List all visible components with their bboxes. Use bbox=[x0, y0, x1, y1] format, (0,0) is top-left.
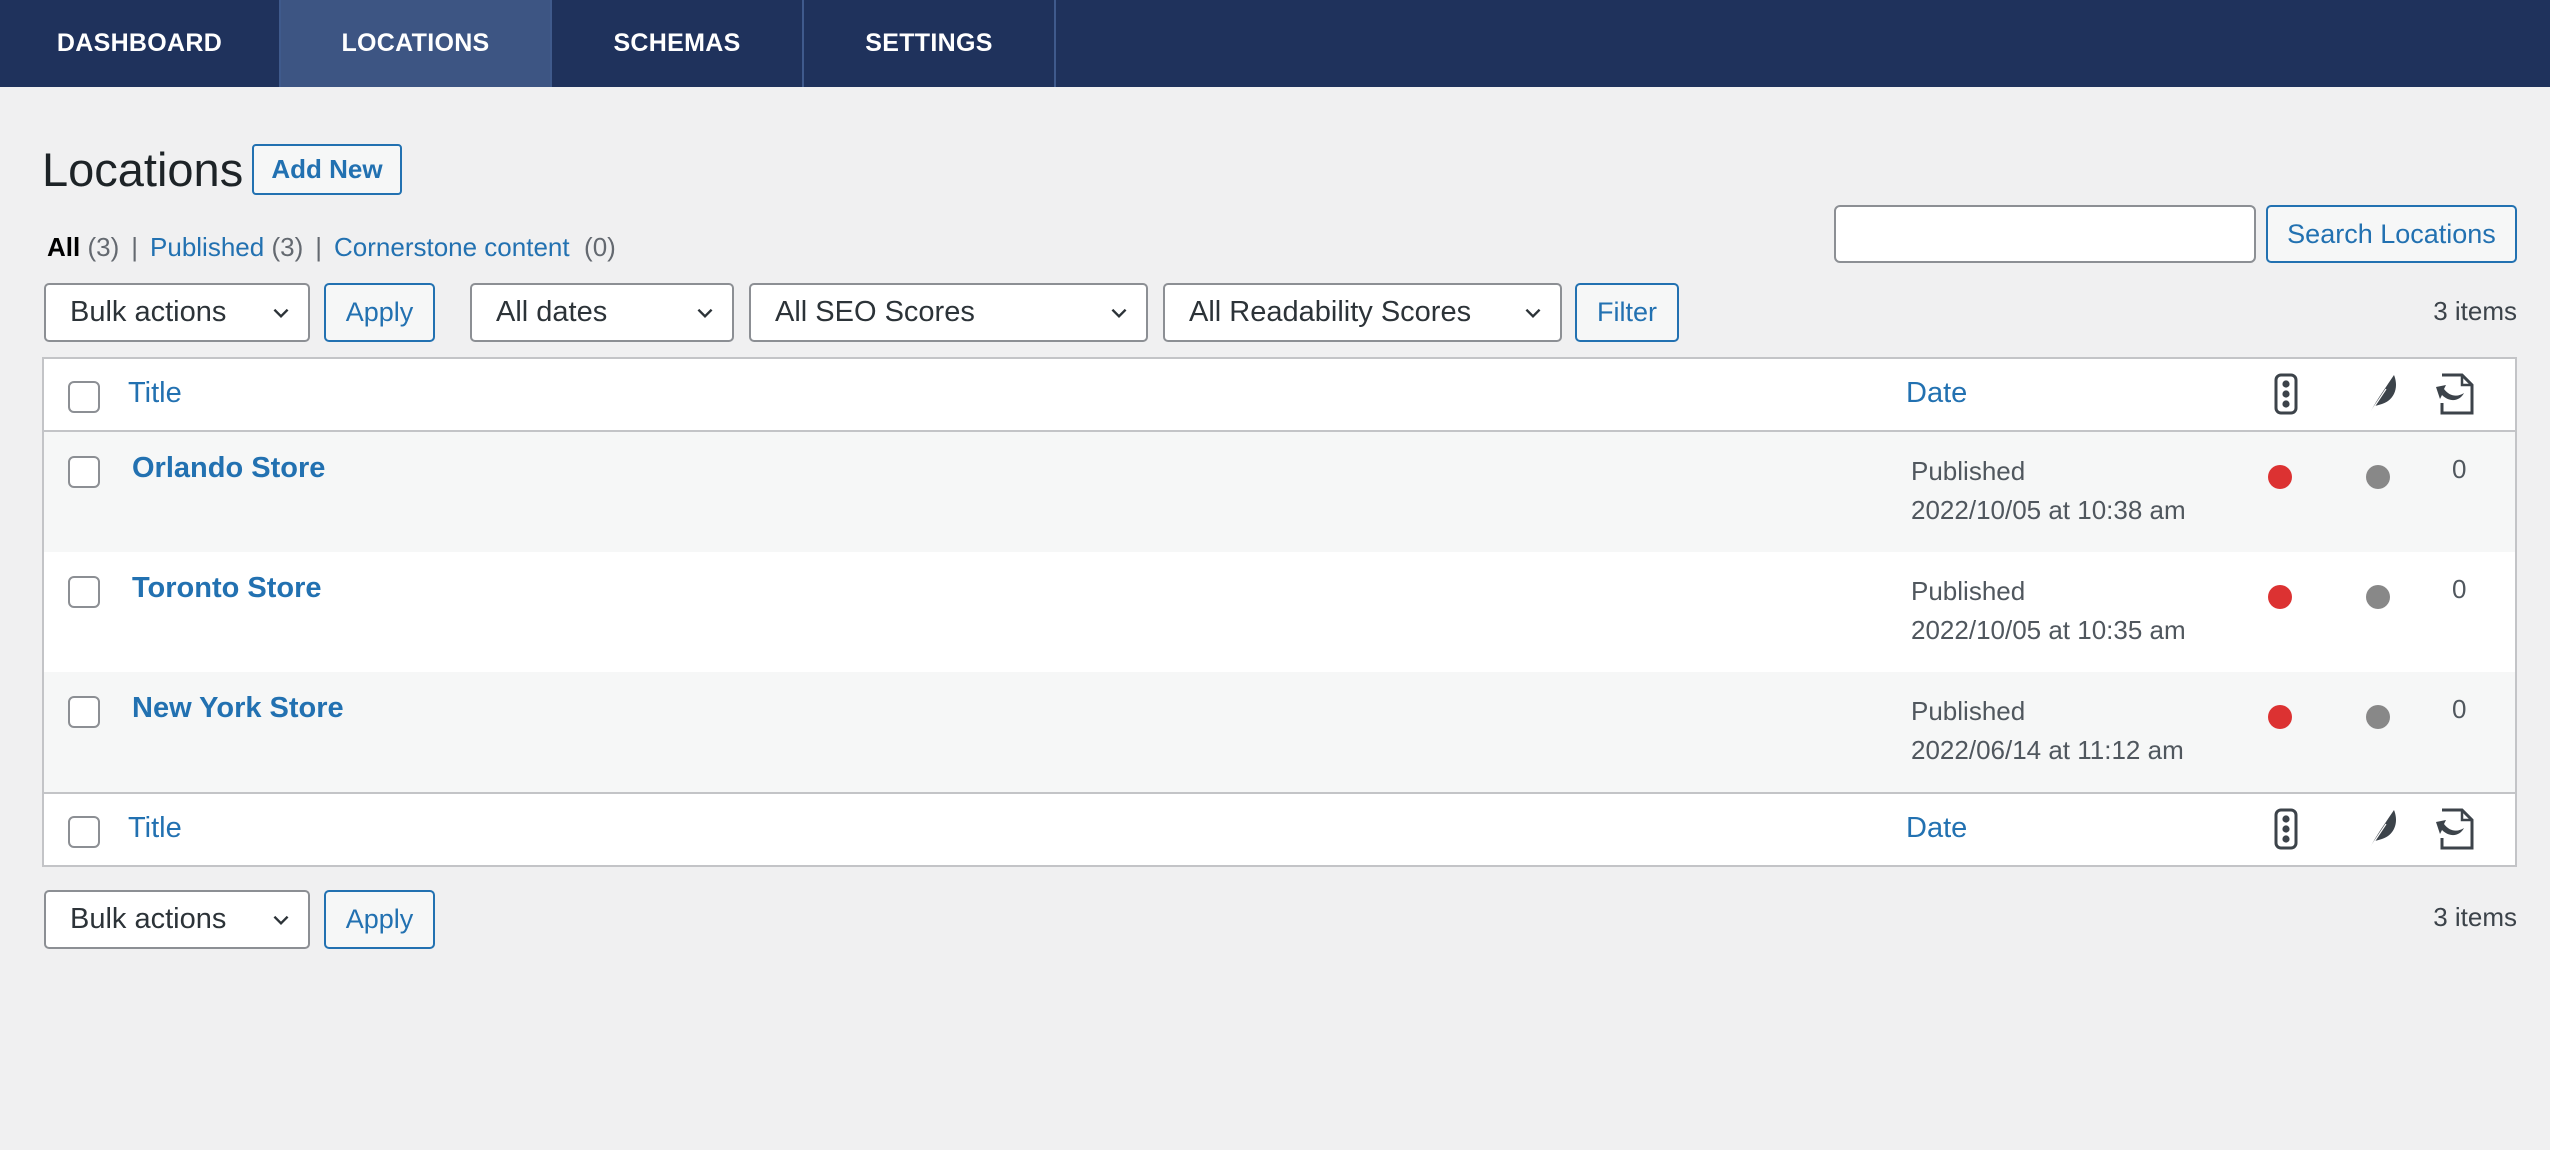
view-all-count: (3) bbox=[87, 232, 120, 262]
readability-score-icon bbox=[2369, 375, 2396, 414]
top-nav: DASHBOARD LOCATIONS SCHEMAS SETTINGS bbox=[0, 0, 2550, 87]
column-title-header[interactable]: Title bbox=[128, 377, 182, 410]
internal-links-count: 0 bbox=[2452, 574, 2467, 604]
table-footer: Title Date bbox=[44, 792, 2515, 865]
row-date-value: 2022/06/14 at 11:12 am bbox=[1911, 735, 2184, 765]
table-row: New York Store Published 2022/06/14 at 11… bbox=[44, 672, 2515, 792]
chevron-down-icon bbox=[697, 308, 713, 319]
tab-settings[interactable]: SETTINGS bbox=[804, 0, 1056, 87]
column-date-header[interactable]: Date bbox=[1906, 377, 1967, 410]
bulk-actions-select[interactable]: Bulk actions bbox=[44, 283, 310, 342]
row-date-value: 2022/10/05 at 10:38 am bbox=[1911, 495, 2186, 525]
tab-dashboard[interactable]: DASHBOARD bbox=[0, 0, 281, 87]
readability-score-dot bbox=[2366, 465, 2390, 489]
table-row: Orlando Store Published 2022/10/05 at 10:… bbox=[44, 432, 2515, 552]
bulk-actions-value: Bulk actions bbox=[70, 296, 227, 328]
tab-locations[interactable]: LOCATIONS bbox=[281, 0, 552, 87]
table-row: Toronto Store Published 2022/10/05 at 10:… bbox=[44, 552, 2515, 672]
row-date: Published 2022/10/05 at 10:35 am bbox=[1911, 572, 2186, 650]
seo-score-dot bbox=[2268, 705, 2292, 729]
internal-links-icon bbox=[2436, 808, 2474, 850]
row-checkbox[interactable] bbox=[68, 456, 100, 488]
dates-select[interactable]: All dates bbox=[470, 283, 734, 342]
internal-links-count: 0 bbox=[2452, 694, 2467, 724]
row-date: Published 2022/10/05 at 10:38 am bbox=[1911, 452, 2186, 530]
readability-score-dot bbox=[2366, 705, 2390, 729]
readability-scores-select[interactable]: All Readability Scores bbox=[1163, 283, 1562, 342]
internal-links-icon bbox=[2436, 373, 2474, 415]
seo-scores-value: All SEO Scores bbox=[775, 296, 975, 328]
view-published-count: (3) bbox=[271, 232, 304, 262]
internal-links-count: 0 bbox=[2452, 454, 2467, 484]
tab-schemas[interactable]: SCHEMAS bbox=[552, 0, 804, 87]
apply-button[interactable]: Apply bbox=[324, 283, 435, 342]
column-date-footer[interactable]: Date bbox=[1906, 812, 1967, 845]
seo-score-icon bbox=[2274, 373, 2298, 415]
add-new-button[interactable]: Add New bbox=[252, 144, 402, 195]
select-all-checkbox[interactable] bbox=[68, 381, 100, 413]
row-title-link[interactable]: Toronto Store bbox=[132, 572, 322, 605]
row-checkbox[interactable] bbox=[68, 576, 100, 608]
row-title-link[interactable]: New York Store bbox=[132, 692, 344, 725]
readability-score-icon bbox=[2369, 810, 2396, 849]
chevron-down-icon bbox=[1525, 308, 1541, 319]
row-date-value: 2022/10/05 at 10:35 am bbox=[1911, 615, 2186, 645]
separator: | bbox=[315, 232, 322, 262]
dates-value: All dates bbox=[496, 296, 608, 328]
seo-score-icon bbox=[2274, 808, 2298, 850]
chevron-down-icon bbox=[273, 915, 289, 926]
separator: | bbox=[131, 232, 139, 262]
locations-table: Title Date Orlando Store Published 2022/1… bbox=[42, 357, 2517, 867]
readability-scores-value: All Readability Scores bbox=[1189, 296, 1472, 328]
apply-button-bottom[interactable]: Apply bbox=[324, 890, 435, 949]
chevron-down-icon bbox=[273, 308, 289, 319]
page-title: Locations bbox=[42, 143, 244, 196]
view-cornerstone-count: (0) bbox=[584, 232, 616, 262]
bulk-actions-select-bottom[interactable]: Bulk actions bbox=[44, 890, 310, 949]
readability-score-dot bbox=[2366, 585, 2390, 609]
search-input[interactable] bbox=[1834, 205, 2256, 263]
bulk-actions-value: Bulk actions bbox=[70, 903, 227, 935]
filter-button[interactable]: Filter bbox=[1575, 283, 1679, 342]
row-status-label: Published bbox=[1911, 696, 2026, 726]
column-title-footer[interactable]: Title bbox=[128, 812, 182, 845]
view-cornerstone[interactable]: Cornerstone content bbox=[334, 232, 570, 262]
row-title-link[interactable]: Orlando Store bbox=[132, 452, 325, 485]
select-all-checkbox-footer[interactable] bbox=[68, 816, 100, 848]
view-filters: All (3) | Published (3) | Cornerstone conten… bbox=[47, 230, 616, 264]
items-count-bottom: 3 items bbox=[2433, 902, 2517, 932]
view-published[interactable]: Published bbox=[150, 232, 264, 262]
seo-score-dot bbox=[2268, 585, 2292, 609]
row-checkbox[interactable] bbox=[68, 696, 100, 728]
row-status-label: Published bbox=[1911, 576, 2026, 606]
table-header: Title Date bbox=[44, 359, 2515, 432]
items-count: 3 items bbox=[2433, 296, 2517, 326]
seo-score-dot bbox=[2268, 465, 2292, 489]
search-locations-button[interactable]: Search Locations bbox=[2266, 205, 2517, 263]
row-date: Published 2022/06/14 at 11:12 am bbox=[1911, 692, 2184, 770]
row-status-label: Published bbox=[1911, 456, 2026, 486]
chevron-down-icon bbox=[1111, 308, 1127, 319]
seo-scores-select[interactable]: All SEO Scores bbox=[749, 283, 1148, 342]
view-all[interactable]: All bbox=[47, 232, 80, 262]
